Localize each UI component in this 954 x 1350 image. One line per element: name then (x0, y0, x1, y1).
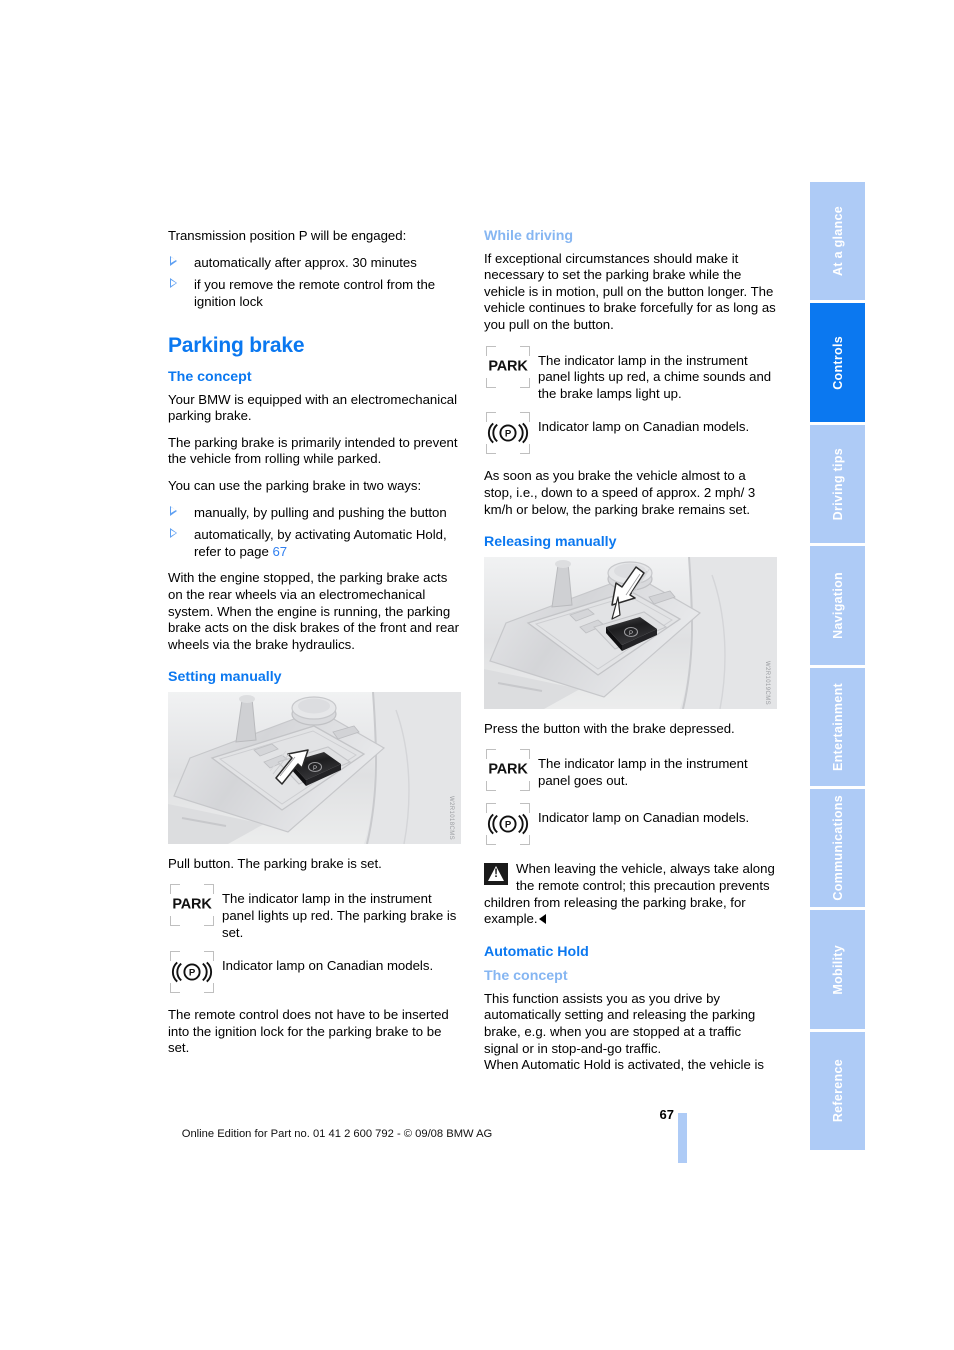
park-lamp-glyph: PARK (488, 762, 528, 779)
park-lamp-description: The indicator lamp in the instrument pan… (538, 352, 772, 401)
intro-bullet-list: automatically after approx. 30 minutes i… (168, 255, 461, 311)
sidebar-item-reference[interactable]: Reference (810, 1031, 865, 1150)
triangle-bullet-icon (170, 278, 177, 289)
closing-paragraph: The remote control does not have to be i… (168, 1007, 449, 1056)
illustration-releasing-manually: P W2R1019CMS (484, 556, 777, 709)
concept-paragraph-3: You can use the parking brake in two way… (168, 477, 422, 493)
tab-label: Navigation (830, 571, 845, 639)
warning-note: When leaving the vehicle, always take al… (484, 861, 777, 927)
footer-accent-bar (678, 1113, 687, 1163)
section-heading-while-driving: While driving (484, 228, 574, 244)
p-in-brackets-icon: P (487, 423, 529, 444)
releasing-caption: Press the button with the brake depresse… (484, 720, 735, 736)
indicator-lamp-park-row: PARK The indicator lamp in the instrumen… (168, 882, 461, 941)
intro-lead: Transmission position P will be engaged: (168, 228, 407, 243)
setting-caption: Pull button. The parking brake is set. (168, 855, 382, 871)
indicator-lamp-canada-row: P Indicator lamp on Canadian models. (484, 801, 777, 847)
triangle-bullet-icon (170, 528, 177, 539)
indicator-lamp-canada-row: P Indicator lamp on Canadian models. (168, 949, 461, 995)
tab-label: At a glance (830, 206, 845, 277)
sidebar-item-entertainment[interactable]: Entertainment (810, 667, 865, 786)
list-item: if you remove the remote control from th… (168, 277, 461, 310)
chapter-tab-rail: At a glance Controls Driving tips Naviga… (810, 182, 865, 1150)
park-lamp-description: The indicator lamp in the instrument pan… (222, 891, 457, 940)
park-indicator-lamp-icon: PARK (484, 747, 532, 793)
list-item-label: automatically after approx. 30 minutes (194, 254, 417, 270)
park-lamp-description: The indicator lamp in the instrument pan… (538, 756, 748, 788)
list-item-label: manually, by pulling and pushing the but… (194, 504, 447, 520)
center-console-photo: P (484, 556, 777, 709)
footer-edition-notice: Online Edition for Part no. 01 41 2 600 … (181, 1128, 493, 1140)
page-reference-link[interactable]: 67 (272, 544, 287, 559)
tab-label: Mobility (830, 944, 845, 995)
list-item-label: if you remove the remote control from th… (194, 277, 436, 309)
park-lamp-glyph: PARK (488, 358, 528, 375)
page-number: 67 (659, 1107, 674, 1122)
illustration-watermark: W2R1018CMS (448, 795, 454, 840)
illustration-watermark: W2R1019CMS (764, 660, 770, 705)
sidebar-item-communications[interactable]: Communications (810, 788, 865, 908)
indicator-lamp-canada-row: P Indicator lamp on Canadian models. (484, 410, 777, 456)
canada-lamp-description: Indicator lamp on Canadian models. (538, 419, 750, 435)
park-indicator-lamp-icon: PARK (484, 344, 532, 390)
svg-text:P: P (629, 631, 633, 637)
canada-parking-brake-lamp-icon: P (484, 410, 532, 456)
svg-text:P: P (313, 766, 317, 772)
svg-text:P: P (189, 968, 196, 979)
tab-label: Controls (830, 335, 845, 390)
canada-parking-brake-lamp-icon: P (484, 801, 532, 847)
while-driving-paragraph-2: As soon as you brake the vehicle almost … (484, 468, 756, 517)
left-column: Transmission position P will be engaged:… (168, 228, 461, 1067)
indicator-lamp-park-row: PARK The indicator lamp in the instrumen… (484, 344, 777, 403)
tab-label: Reference (830, 1059, 845, 1123)
list-item: automatically, by activating Automatic H… (168, 527, 461, 560)
section-heading-setting-manually: Setting manually (168, 669, 282, 686)
canada-lamp-description: Indicator lamp on Canadian models. (538, 810, 750, 826)
concept-paragraph-4: With the engine stopped, the parking bra… (168, 570, 460, 652)
list-item: manually, by pulling and pushing the but… (168, 505, 461, 522)
page-title: Parking brake (168, 334, 305, 358)
illustration-setting-manually: P W2R1018CMS (168, 691, 461, 844)
concept-paragraph-2: The parking brake is primarily intended … (168, 434, 458, 467)
section-heading-concept: The concept (168, 368, 252, 385)
automatic-hold-paragraph-1: This function assists you as you drive b… (484, 990, 756, 1056)
sidebar-item-mobility[interactable]: Mobility (810, 910, 865, 1029)
p-in-brackets-icon: P (171, 961, 213, 983)
canada-parking-brake-lamp-icon: P (168, 949, 216, 995)
manual-page: Transmission position P will be engaged:… (0, 0, 954, 1350)
list-item-label: automatically, by activating Automatic H… (194, 527, 447, 559)
svg-text:P: P (505, 820, 512, 831)
section-heading-automatic-hold: Automatic Hold (484, 943, 589, 960)
park-indicator-lamp-icon: PARK (168, 882, 216, 928)
indicator-lamp-park-row: PARK The indicator lamp in the instrumen… (484, 747, 777, 793)
warning-note-text: When leaving the vehicle, always take al… (484, 861, 775, 927)
right-column: While driving If exceptional circumstanc… (484, 228, 777, 1074)
section-heading-releasing-manually: Releasing manually (484, 534, 617, 551)
center-console-photo: P (168, 691, 461, 844)
tab-label: Entertainment (830, 682, 845, 771)
warning-triangle-icon (484, 863, 508, 886)
note-end-marker-icon (538, 914, 546, 925)
while-driving-paragraph-1: If exceptional circumstances should make… (484, 250, 776, 332)
section-heading-automatic-hold-concept: The concept (484, 968, 568, 985)
tab-label: Driving tips (830, 447, 845, 521)
p-in-brackets-icon: P (487, 814, 529, 835)
concept-bullet-list: manually, by pulling and pushing the but… (168, 505, 461, 561)
canada-lamp-description: Indicator lamp on Canadian models. (222, 958, 434, 974)
triangle-bullet-icon (170, 255, 177, 266)
tab-label: Communications (830, 795, 845, 901)
triangle-bullet-icon (170, 505, 177, 516)
sidebar-item-driving-tips[interactable]: Driving tips (810, 424, 865, 544)
sidebar-item-navigation[interactable]: Navigation (810, 546, 865, 665)
concept-paragraph-1: Your BMW is equipped with an electromech… (168, 391, 458, 424)
automatic-hold-paragraph-2: When Automatic Hold is activated, the ve… (484, 1057, 765, 1073)
svg-text:P: P (505, 429, 512, 440)
sidebar-item-controls[interactable]: Controls (810, 303, 865, 422)
park-lamp-glyph: PARK (172, 897, 212, 914)
list-item: automatically after approx. 30 minutes (168, 255, 461, 272)
sidebar-item-at-a-glance[interactable]: At a glance (810, 182, 865, 301)
